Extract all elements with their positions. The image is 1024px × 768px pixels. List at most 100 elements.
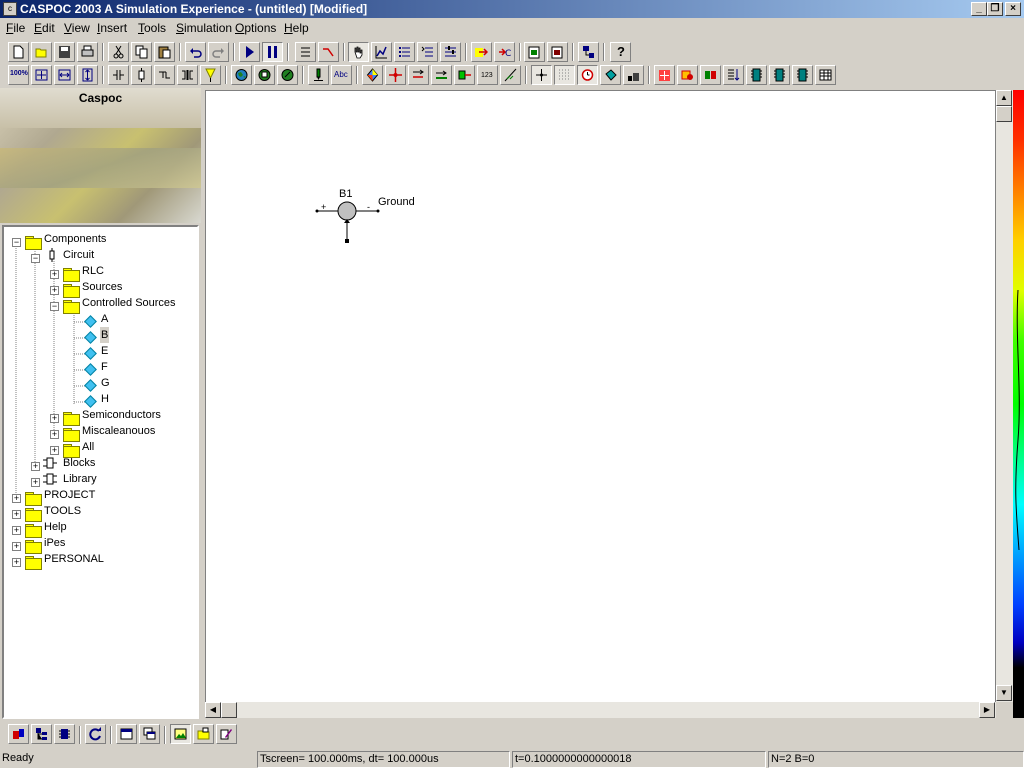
folder-picture-button[interactable] <box>193 724 214 744</box>
tree-item-tools[interactable]: TOOLS <box>44 503 81 519</box>
save-button[interactable] <box>54 42 75 62</box>
menu-help[interactable]: Help <box>284 21 309 36</box>
open-button[interactable] <box>31 42 52 62</box>
chip-view-button[interactable] <box>54 724 75 744</box>
library-button[interactable] <box>524 42 545 62</box>
copy-button[interactable] <box>131 42 152 62</box>
zoom-horizontal-button[interactable] <box>54 65 75 85</box>
expand-help[interactable]: + <box>12 526 21 535</box>
app-icon[interactable]: c <box>3 2 17 16</box>
print-button[interactable] <box>77 42 98 62</box>
paste-button[interactable] <box>154 42 175 62</box>
undo-button[interactable] <box>185 42 206 62</box>
properties-button[interactable] <box>417 42 438 62</box>
menu-options[interactable]: Options <box>235 21 276 36</box>
schematic-canvas[interactable]: B1 + - Ground <box>205 90 996 718</box>
scroll-down-button[interactable]: ▼ <box>996 685 1012 701</box>
transformer-button[interactable] <box>177 65 198 85</box>
timer-button[interactable] <box>577 65 598 85</box>
tree-item-source-a[interactable]: A <box>101 311 108 327</box>
expand-blocks[interactable]: + <box>31 462 40 471</box>
collapse-controlled-sources[interactable]: − <box>50 302 59 311</box>
capacitor-button[interactable] <box>108 65 129 85</box>
help-button[interactable]: ? <box>610 42 631 62</box>
redo-button[interactable] <box>208 42 229 62</box>
tree-item-all[interactable]: All <box>82 439 94 455</box>
picture-button[interactable] <box>170 724 191 744</box>
bus-button[interactable] <box>431 65 452 85</box>
horizontal-scrollbar[interactable]: ◀ ▶ <box>205 702 996 718</box>
zoom-100-button[interactable]: 100% <box>8 65 29 85</box>
globe-import-button[interactable] <box>254 65 275 85</box>
switch-button[interactable] <box>154 65 175 85</box>
expand-library[interactable]: + <box>31 478 40 487</box>
collapse-circuit[interactable]: − <box>31 254 40 263</box>
graph-button[interactable] <box>371 42 392 62</box>
expand-semiconductors[interactable]: + <box>50 414 59 423</box>
list-view-button[interactable] <box>394 42 415 62</box>
rotate-button[interactable] <box>677 65 698 85</box>
paint-button[interactable] <box>600 65 621 85</box>
expand-personal[interactable]: + <box>12 558 21 567</box>
tree-view-button[interactable] <box>31 724 52 744</box>
minimize-button[interactable]: _ <box>971 2 987 16</box>
diagonal-wire-button[interactable] <box>500 65 521 85</box>
expand-project[interactable]: + <box>12 494 21 503</box>
edit-button[interactable] <box>216 724 237 744</box>
tree-item-source-f[interactable]: F <box>101 359 108 375</box>
parameters-button[interactable] <box>440 42 461 62</box>
expand-rlc[interactable]: + <box>50 270 59 279</box>
globe-export-button[interactable] <box>277 65 298 85</box>
pen-button[interactable] <box>308 65 329 85</box>
scope-button[interactable] <box>295 42 316 62</box>
flip-button[interactable] <box>700 65 721 85</box>
tree-item-source-g[interactable]: G <box>101 375 110 391</box>
run-simulation-button[interactable] <box>239 42 260 62</box>
expand-miscellaneous[interactable]: + <box>50 430 59 439</box>
sort-button[interactable] <box>723 65 744 85</box>
fill-button[interactable] <box>623 65 644 85</box>
tree-item-library[interactable]: Library <box>63 471 97 487</box>
tree-item-source-h[interactable]: H <box>101 391 109 407</box>
zoom-fit-button[interactable] <box>31 65 52 85</box>
tree-item-personal[interactable]: PERSONAL <box>44 551 104 567</box>
crosshair-button[interactable] <box>531 65 552 85</box>
tree-item-semiconductors[interactable]: Semiconductors <box>82 407 161 423</box>
scroll-up-button[interactable]: ▲ <box>996 90 1012 106</box>
vertical-scrollbar[interactable]: ▲ ▼ <box>996 90 1013 702</box>
expand-sources[interactable]: + <box>50 286 59 295</box>
label-button[interactable] <box>454 65 475 85</box>
menu-simulation[interactable]: Simulation <box>176 21 232 36</box>
menu-insert[interactable]: Insert <box>97 21 127 36</box>
node-button[interactable] <box>385 65 406 85</box>
hand-select-button[interactable] <box>348 42 369 62</box>
restore-button[interactable]: ❐ <box>987 2 1003 16</box>
chip-1-button[interactable] <box>746 65 767 85</box>
collapse-components[interactable]: − <box>12 238 21 247</box>
expand-tools[interactable]: + <box>12 510 21 519</box>
tree-item-help[interactable]: Help <box>44 519 67 535</box>
number-button[interactable]: 123 <box>477 65 498 85</box>
move-button[interactable] <box>654 65 675 85</box>
export-library-button[interactable] <box>547 42 568 62</box>
menu-file[interactable]: File <box>6 21 25 36</box>
tree-item-sources[interactable]: Sources <box>82 279 122 295</box>
text-button[interactable]: Abc <box>331 65 352 85</box>
probe-button[interactable] <box>200 65 221 85</box>
pause-simulation-button[interactable] <box>262 42 283 62</box>
cut-button[interactable] <box>108 42 129 62</box>
tree-item-source-b[interactable]: B <box>100 327 110 343</box>
scroll-left-button[interactable]: ◀ <box>205 702 221 718</box>
wire-arrow-button[interactable] <box>408 65 429 85</box>
wire-tool-button[interactable] <box>318 42 339 62</box>
refresh-button[interactable] <box>85 724 106 744</box>
component-tree[interactable]: − Components − Circuit + RLC + Sources −… <box>2 225 199 719</box>
tree-item-source-e[interactable]: E <box>101 343 108 359</box>
export-c-button[interactable]: C <box>494 42 515 62</box>
close-button[interactable]: × <box>1005 2 1021 16</box>
import-button[interactable] <box>471 42 492 62</box>
tree-item-circuit[interactable]: Circuit <box>63 247 94 263</box>
color-button[interactable] <box>362 65 383 85</box>
tree-item-controlled-sources[interactable]: Controlled Sources <box>82 295 176 311</box>
menu-edit[interactable]: Edit <box>34 21 55 36</box>
